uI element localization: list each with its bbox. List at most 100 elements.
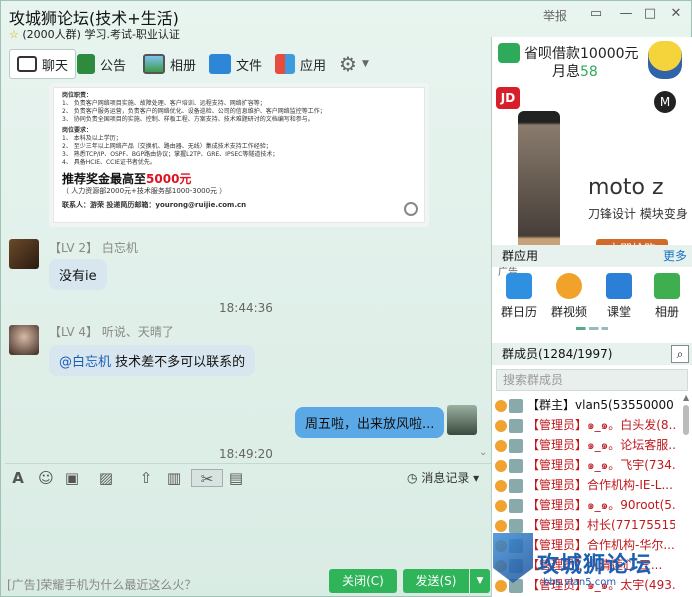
list-item[interactable]: 【管理员】๑_๑。90root(5... (495, 495, 675, 515)
folder-icon (209, 54, 231, 74)
app-classroom[interactable]: 课堂 (594, 273, 644, 320)
image-icon[interactable]: ▨ (97, 469, 115, 487)
report-button[interactable]: 举报 (543, 7, 567, 24)
job-req-line: 4、 具备HCIE、CCIE证书者优先。 (62, 159, 156, 166)
upload-icon[interactable]: ⇧ (137, 469, 155, 487)
ad-amount: 10000元 (580, 46, 639, 62)
apps-more-link[interactable]: 更多 (663, 245, 687, 267)
phone-image (518, 111, 560, 253)
chevron-down-icon: ▼ (361, 59, 369, 69)
history-label: 消息记录 (421, 471, 470, 485)
group-tags: 学习.考试-职业认证 (84, 28, 180, 41)
sender-nick: 白忘机 (101, 241, 138, 255)
flag-icon (77, 54, 95, 74)
gift-icon[interactable]: ▥ (165, 469, 183, 487)
reward-headline: 推荐奖金最高至5000元 (62, 171, 416, 187)
mention-link[interactable]: @白忘机 (59, 355, 111, 370)
member-count-badge: (2000人群) (22, 28, 81, 41)
avatar[interactable] (9, 325, 39, 355)
chat-window: 攻城狮论坛(技术+生活) ☆ (2000人群) 学习.考试-职业认证 举报 ▭ … (0, 0, 692, 597)
reward-detail: （ 人力资源部2000元+技术服务部1000-3000元 ） (62, 187, 227, 195)
reward-amount: 5000元 (146, 172, 192, 186)
member-search-input[interactable]: 搜索群成员 (496, 369, 688, 391)
loan-ad-banner[interactable]: 省呗借款10000元 月息58 (492, 37, 692, 83)
ad-text: 月息 (552, 64, 580, 80)
job-duty-line: 1、 负责客户网络项目实施、故障处理、客户培训、远程支持、网络扩容等； (62, 100, 266, 107)
contact-line: 联系人：游荣 投递简历邮箱：yourong@ruijie.com.cn (62, 201, 247, 209)
search-icon[interactable]: ⌕ (671, 345, 689, 363)
close-window-button[interactable]: ✕ (665, 5, 687, 23)
tab-chat[interactable]: 聊天 (9, 49, 77, 79)
maximize-button[interactable]: □ (639, 5, 661, 23)
app-album[interactable]: 相册 (642, 273, 692, 320)
emoji-icon[interactable]: ☺ (37, 469, 55, 487)
app-label: 相册 (654, 305, 679, 319)
member-role: 【管理员】 (527, 418, 588, 432)
member-list-scrollbar[interactable] (683, 405, 689, 435)
ad-text: 省呗借款 (524, 46, 580, 62)
job-req-heading: 岗位要求： (62, 127, 93, 134)
member-name: ๑_๑。90root(5... (587, 498, 675, 512)
text-ad-link[interactable]: [广告]荣耀手机为什么最近这么火？ (7, 576, 196, 593)
send-options-dropdown[interactable]: ▼ (470, 569, 490, 593)
sender-nick: 听说、天晴了 (101, 325, 174, 339)
loan-ad-line2: 月息58 (552, 61, 598, 81)
scissors-icon[interactable]: ✂ (191, 469, 223, 488)
brand-name: moto z (588, 175, 664, 200)
list-item[interactable]: 【群主】vlan5(53550000) (495, 395, 675, 415)
list-item[interactable]: 【管理员】合作机构-IE-L... (495, 475, 675, 495)
scroll-down-icon[interactable]: ⌄ (479, 447, 487, 458)
minimize-button[interactable]: — (615, 5, 637, 23)
timestamp: 18:44:36 (219, 301, 273, 315)
close-button[interactable]: 关闭(C) (329, 569, 397, 593)
job-post-content: 岗位职责： 1、 负责客户网络项目实施、故障处理、客户培训、远程支持、网络扩容等… (53, 87, 425, 223)
calendar-icon (506, 273, 532, 299)
tab-apps[interactable]: 应用 (275, 49, 326, 79)
message-bubble[interactable]: 没有ie (49, 259, 107, 290)
scroll-up-icon[interactable]: ▲ (683, 393, 689, 402)
settings-dropdown[interactable]: ⚙ ▼ (339, 49, 369, 79)
sender-name[interactable]: 【LV 4】 听说、天晴了 (49, 323, 174, 340)
member-role: 【群主】 (527, 398, 576, 412)
tab-files-label: 文件 (236, 58, 263, 74)
app-calendar[interactable]: 群日历 (494, 273, 544, 320)
tab-album[interactable]: 相册 (143, 49, 196, 79)
app-video[interactable]: 群视频 (544, 273, 594, 320)
message-bubble[interactable]: 周五啦，出来放风啦... (295, 407, 445, 438)
list-item[interactable]: 【管理员】๑_๑。论坛客服... (495, 435, 675, 455)
apps-grid-icon (275, 54, 295, 74)
member-role: 【管理员】 (527, 498, 588, 512)
job-post-image[interactable]: 岗位职责： 1、 负责客户网络项目实施、故障处理、客户培训、远程支持、网络扩容等… (49, 83, 429, 227)
avatar[interactable] (9, 239, 39, 269)
gif-icon[interactable]: ▣ (63, 469, 81, 487)
page-dots[interactable] (576, 327, 608, 330)
group-subtitle: ☆ (2000人群) 学习.考试-职业认证 (9, 26, 180, 42)
members-header: 群成员(1284/1997) ⌕ (492, 343, 692, 365)
tab-files[interactable]: 文件 (209, 49, 262, 79)
tab-chat-label: 聊天 (42, 58, 69, 74)
shield-logo-icon (493, 533, 533, 583)
apps-title: 群应用 (502, 249, 539, 263)
avatar[interactable] (447, 405, 477, 435)
message-list[interactable]: 岗位职责： 1、 负责客户网络项目实施、故障处理、客户培训、远程支持、网络扩容等… (5, 83, 491, 463)
chevron-down-icon: ▾ (473, 471, 480, 485)
sender-name[interactable]: 【LV 2】 白忘机 (49, 239, 138, 256)
graduation-cap-icon (606, 273, 632, 299)
font-icon[interactable]: A (9, 469, 27, 487)
message-input[interactable] (5, 491, 491, 569)
sender-level: 【LV 4】 (49, 325, 99, 339)
member-role: 【管理员】 (527, 458, 588, 472)
message-bubble[interactable]: @白忘机 技术差不多可以联系的 (49, 345, 256, 376)
tab-announcement[interactable]: 公告 (77, 49, 126, 79)
skin-icon[interactable]: ▭ (585, 5, 607, 23)
list-item[interactable]: 【管理员】๑_๑。白头发(8... (495, 415, 675, 435)
send-button[interactable]: 发送(S) (403, 569, 469, 593)
timestamp: 18:49:20 (219, 447, 273, 461)
tab-apps-label: 应用 (300, 58, 327, 74)
message-history-button[interactable]: ◷ 消息记录 ▾ (407, 469, 479, 486)
list-item[interactable]: 【管理员】๑_๑。飞宇(734... (495, 455, 675, 475)
zoom-icon[interactable] (404, 202, 418, 216)
more-tools-icon[interactable]: ▤ (227, 469, 245, 487)
album-icon (654, 273, 680, 299)
members-title: 群成员(1284/1997) (502, 347, 613, 361)
